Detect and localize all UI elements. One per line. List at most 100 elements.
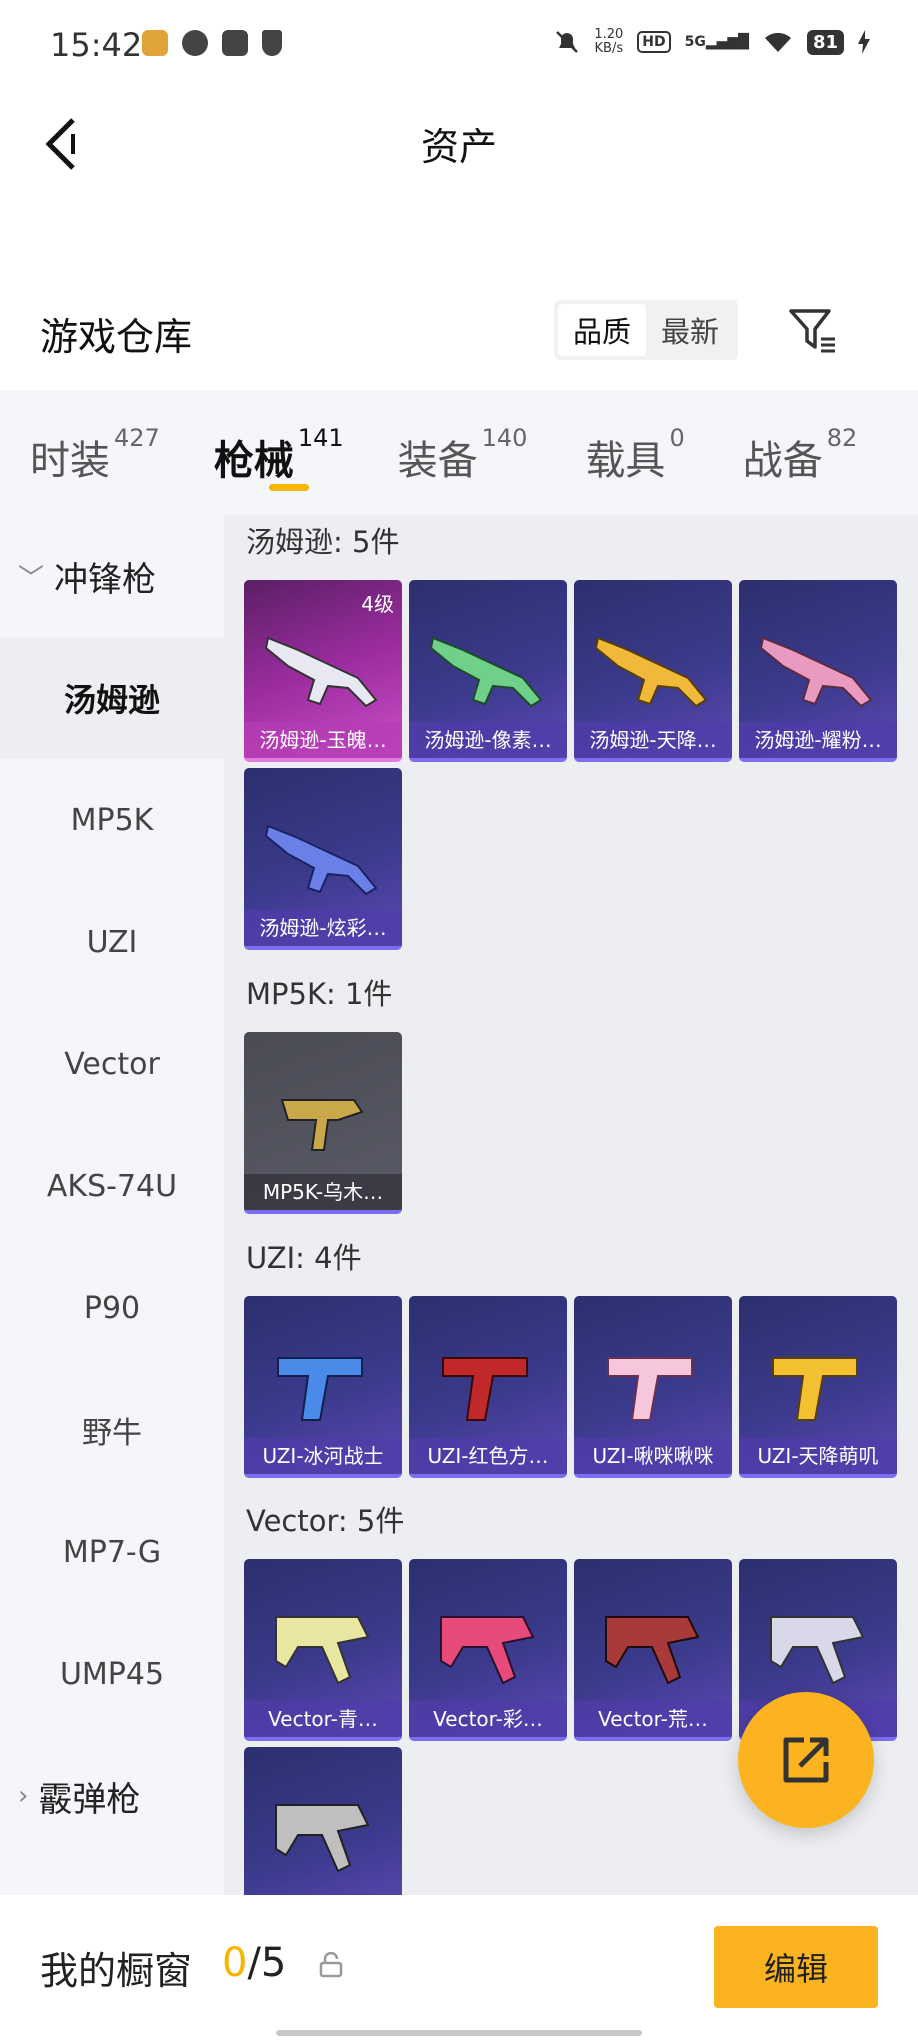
vector-gun-icon bbox=[605, 1616, 700, 1685]
item-card[interactable]: MP5K-乌木… bbox=[244, 1032, 402, 1214]
item-name: 汤姆逊-炫彩… bbox=[244, 910, 402, 946]
uzi-gun-icon bbox=[442, 1357, 528, 1421]
showcase-count-current: 0 bbox=[222, 1940, 248, 1986]
sidebar-item-uzi[interactable]: UZI bbox=[0, 881, 224, 1003]
edit-button[interactable]: 编辑 bbox=[714, 1926, 878, 2008]
sidebar-item-bizon[interactable]: 野牛 bbox=[0, 1369, 224, 1491]
thompson-gun-icon bbox=[594, 636, 708, 708]
item-name: 汤姆逊-耀粉… bbox=[739, 722, 897, 758]
share-button[interactable] bbox=[738, 1692, 874, 1828]
item-card[interactable]: UZI-天降萌叽 bbox=[739, 1296, 897, 1478]
sidebar-item-mp7g[interactable]: MP7-G bbox=[0, 1491, 224, 1613]
sidebar-item-mp5k[interactable]: MP5K bbox=[0, 759, 224, 881]
sidebar-group-label: 霰弹枪 bbox=[38, 1779, 141, 1820]
tab-count: 82 bbox=[826, 424, 858, 452]
item-name: 汤姆逊-玉魄… bbox=[244, 722, 402, 758]
item-card[interactable]: 4级 汤姆逊-玉魄… bbox=[244, 580, 402, 762]
showcase-bar: 我的橱窗 0/5 编辑 bbox=[0, 1896, 918, 2040]
tab-active-indicator bbox=[268, 484, 309, 491]
showcase-label: 我的橱窗 bbox=[40, 1949, 193, 1993]
tab-count: 0 bbox=[669, 424, 685, 452]
chevron-down-icon: ﹀ bbox=[18, 563, 45, 594]
tab-count: 140 bbox=[481, 424, 528, 452]
item-name: Vector-彩… bbox=[409, 1701, 567, 1737]
vector-gun-icon bbox=[440, 1616, 535, 1685]
wifi-icon bbox=[764, 32, 791, 52]
share-icon bbox=[783, 1737, 829, 1783]
item-card[interactable]: 汤姆逊-天降… bbox=[574, 580, 732, 762]
sidebar-item-aks74u[interactable]: AKS-74U bbox=[0, 1125, 224, 1247]
section-title-thompson: 汤姆逊: 5件 bbox=[246, 525, 400, 559]
item-name: UZI-啾咪啾咪 bbox=[574, 1438, 732, 1474]
filter-icon bbox=[789, 309, 835, 353]
item-card[interactable]: UZI-冰河战士 bbox=[244, 1296, 402, 1478]
signal-icon: 5G▂▄▆█ bbox=[684, 34, 749, 50]
item-card[interactable]: 汤姆逊-像素… bbox=[409, 580, 567, 762]
uzi-gun-icon bbox=[772, 1357, 858, 1421]
battery-icon: 81 bbox=[806, 29, 844, 55]
sidebar-item-vector[interactable]: Vector bbox=[0, 1003, 224, 1125]
tab-label: 枪械 bbox=[213, 438, 294, 484]
item-card[interactable]: UZI-红色方… bbox=[409, 1296, 567, 1478]
sort-newest-button[interactable]: 最新 bbox=[646, 304, 734, 356]
item-name: Vector-荒… bbox=[574, 1701, 732, 1737]
item-name: UZI-冰河战士 bbox=[244, 1438, 402, 1474]
tab-vehicles[interactable]: 载具 0 bbox=[585, 390, 684, 515]
uzi-gun-icon bbox=[277, 1357, 363, 1421]
item-card[interactable]: Vector-青… bbox=[244, 1559, 402, 1741]
category-tabs: 时装 427 枪械 141 装备 140 载具 0 战备 82 bbox=[0, 390, 918, 515]
tab-supplies[interactable]: 战备 82 bbox=[743, 390, 858, 515]
sidebar-group-label: 冲锋枪 bbox=[54, 559, 157, 600]
home-indicator[interactable] bbox=[276, 2030, 642, 2036]
filter-button[interactable] bbox=[782, 300, 842, 360]
tab-count: 141 bbox=[297, 424, 344, 452]
mute-bell-icon bbox=[556, 31, 579, 53]
tab-label: 时装 bbox=[30, 438, 110, 484]
showcase-count: 0/5 bbox=[222, 1940, 286, 1986]
sidebar-group-submachine-gun[interactable]: ﹀ 冲锋枪 bbox=[0, 515, 224, 637]
sort-quality-button[interactable]: 品质 bbox=[558, 304, 646, 356]
shield-icon bbox=[262, 30, 282, 56]
page-title: 资产 bbox=[420, 125, 497, 169]
status-time: 15:42 bbox=[50, 26, 143, 64]
item-card[interactable]: Vector-彩… bbox=[409, 1559, 567, 1741]
leaf-app-icon bbox=[182, 30, 208, 56]
chevron-right-icon: › bbox=[18, 1781, 29, 1811]
network-type: 5G bbox=[684, 34, 706, 50]
vector-gun-icon bbox=[275, 1804, 370, 1873]
network-speed: 1.20 KB/s bbox=[594, 27, 624, 56]
warehouse-header: 游戏仓库 品质 最新 bbox=[0, 280, 918, 390]
item-name: UZI-红色方… bbox=[409, 1438, 567, 1474]
mp5k-gun-icon bbox=[280, 1099, 364, 1151]
charging-icon bbox=[858, 30, 870, 54]
thompson-gun-icon bbox=[264, 824, 378, 896]
item-card[interactable]: 汤姆逊-炫彩… bbox=[244, 768, 402, 950]
warehouse-title: 游戏仓库 bbox=[40, 315, 193, 359]
thompson-gun-icon bbox=[264, 636, 378, 708]
section-title-uzi: UZI: 4件 bbox=[246, 1241, 362, 1275]
tab-label: 装备 bbox=[397, 438, 478, 484]
tab-guns[interactable]: 枪械 141 bbox=[214, 390, 344, 515]
tab-label: 战备 bbox=[742, 438, 823, 484]
system-icons: 1.20 KB/s HD 5G▂▄▆█ 81 bbox=[554, 28, 870, 56]
sidebar-item-ump45[interactable]: UMP45 bbox=[0, 1613, 224, 1735]
sidebar-group-shotgun[interactable]: › 霰弹枪 bbox=[0, 1735, 224, 1857]
thompson-gun-icon bbox=[429, 636, 543, 708]
item-name: MP5K-乌木… bbox=[244, 1174, 402, 1210]
vector-gun-icon bbox=[770, 1616, 865, 1685]
sidebar-item-thompson[interactable]: 汤姆逊 bbox=[0, 637, 224, 759]
item-name: Vector-青… bbox=[244, 1701, 402, 1737]
item-card[interactable] bbox=[244, 1747, 402, 1895]
tab-label: 载具 bbox=[585, 438, 666, 484]
item-name: UZI-天降萌叽 bbox=[739, 1438, 897, 1474]
thompson-gun-icon bbox=[759, 636, 873, 708]
sidebar-item-p90[interactable]: P90 bbox=[0, 1247, 224, 1369]
tab-equipment[interactable]: 装备 140 bbox=[398, 390, 528, 515]
tab-fashion[interactable]: 时装 427 bbox=[30, 390, 160, 515]
item-card[interactable]: 汤姆逊-耀粉… bbox=[739, 580, 897, 762]
item-card[interactable]: Vector-荒… bbox=[574, 1559, 732, 1741]
uzi-gun-icon bbox=[607, 1357, 693, 1421]
showcase-count-total: /5 bbox=[247, 1940, 287, 1986]
item-card[interactable]: UZI-啾咪啾咪 bbox=[574, 1296, 732, 1478]
section-title-mp5k: MP5K: 1件 bbox=[246, 977, 393, 1011]
